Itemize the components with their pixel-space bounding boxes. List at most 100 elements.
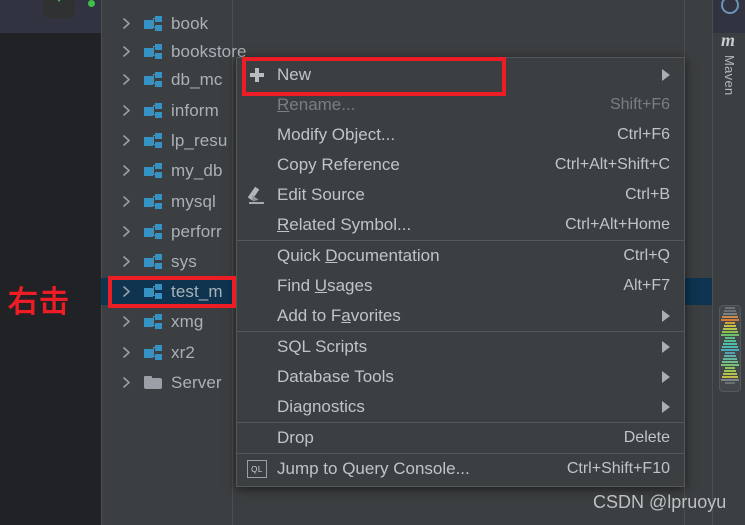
menu-item-shortcut: Ctrl+Shift+F10	[566, 460, 670, 477]
chevron-right-icon[interactable]	[120, 255, 133, 268]
submenu-arrow-icon	[662, 371, 670, 383]
menu-item-quick-documentation[interactable]: Quick Documentation Ctrl+Q	[237, 241, 684, 271]
menu-item-label: Rename...	[277, 95, 356, 114]
tool-tab-maven[interactable]: Maven	[722, 55, 737, 96]
tree-item-label: Server	[171, 372, 222, 392]
menu-item-label: Find Usages	[277, 276, 373, 295]
right-strip-toolbar	[713, 0, 745, 33]
menu-item-copy-reference[interactable]: Copy Reference Ctrl+Alt+Shift+C	[237, 150, 684, 180]
menu-item-jump-to-query-console[interactable]: QL Jump to Query Console... Ctrl+Shift+F10	[237, 454, 684, 484]
menu-item-new[interactable]: New	[237, 60, 684, 90]
schema-icon	[144, 15, 162, 32]
tree-item-label: my_db	[171, 160, 223, 180]
menu-item-label: Jump to Query Console...	[277, 459, 470, 478]
menu-item-label: Database Tools	[277, 367, 394, 386]
schema-icon	[144, 193, 162, 210]
submenu-arrow-icon	[662, 69, 670, 81]
schema-icon	[144, 283, 162, 300]
menu-item-shortcut: Ctrl+Alt+Shift+C	[554, 156, 670, 173]
context-menu[interactable]: New Rename... Shift+F6 Modify Object... Ctrl…	[236, 57, 685, 487]
schema-icon	[144, 313, 162, 330]
schema-icon	[144, 102, 162, 119]
left-gutter	[0, 0, 101, 525]
menu-item-sql-scripts[interactable]: SQL Scripts	[237, 332, 684, 362]
menu-item-label: Related Symbol...	[277, 215, 412, 234]
schema-icon	[144, 223, 162, 240]
tree-item-label: perforr	[171, 221, 222, 241]
menu-item-diagnostics[interactable]: Diagnostics	[237, 392, 684, 422]
chevron-right-icon[interactable]	[120, 164, 133, 177]
maven-m-icon: m	[721, 30, 736, 50]
menu-item-database-tools[interactable]: Database Tools	[237, 362, 684, 392]
tree-item-label: book	[171, 13, 209, 33]
schema-icon	[144, 162, 162, 179]
schema-icon	[144, 283, 162, 300]
tree-item-label: sys	[171, 251, 197, 271]
menu-item-related-symbol[interactable]: Related Symbol... Ctrl+Alt+Home	[237, 210, 684, 240]
chevron-right-icon[interactable]	[120, 285, 133, 298]
menu-section: Quick Documentation Ctrl+Q Find Usages Alt+…	[237, 240, 684, 331]
tree-item-label: inform	[171, 100, 219, 120]
schema-icon	[144, 15, 162, 32]
menu-item-label: New	[277, 65, 312, 84]
ide-window: book bookstore db_mc inform lp_resu my_db mysq…	[0, 0, 745, 525]
chevron-right-icon[interactable]	[120, 315, 133, 328]
pencil-icon	[247, 185, 267, 205]
schema-icon	[144, 223, 162, 240]
folder-icon	[144, 375, 162, 390]
schema-icon	[144, 253, 162, 270]
chevron-right-icon[interactable]	[120, 346, 133, 359]
chevron-right-icon[interactable]	[120, 104, 133, 117]
schema-icon	[144, 313, 162, 330]
menu-item-label: Quick Documentation	[277, 246, 440, 265]
menu-item-add-to-favorites[interactable]: Add to Favorites	[237, 301, 684, 331]
tree-item-label: db_mc	[171, 69, 223, 89]
tree-item-label: xr2	[171, 342, 195, 362]
tree-item-label: lp_resu	[171, 130, 228, 150]
ql-icon: QL	[247, 459, 267, 479]
tree-item-label: xmg	[171, 311, 204, 331]
menu-item-shortcut: Shift+F6	[609, 96, 670, 113]
chevron-right-icon[interactable]	[120, 73, 133, 86]
tree-item-label: test_m	[171, 281, 223, 301]
schema-icon	[144, 71, 162, 88]
plus-icon	[247, 65, 267, 85]
schema-icon	[144, 132, 162, 149]
schema-icon	[144, 162, 162, 179]
chevron-right-icon[interactable]	[120, 225, 133, 238]
schema-icon	[144, 253, 162, 270]
tree-item-book[interactable]: book	[101, 10, 713, 37]
tree-item-label: mysql	[171, 191, 216, 211]
menu-item-modify-object[interactable]: Modify Object... Ctrl+F6	[237, 120, 684, 150]
menu-item-edit-source[interactable]: Edit Source Ctrl+B	[237, 180, 684, 210]
menu-item-label: Diagnostics	[277, 397, 365, 416]
annotation-right-click-label: 右击	[8, 285, 70, 320]
chevron-right-icon[interactable]	[120, 45, 133, 58]
chevron-right-icon[interactable]	[120, 134, 133, 147]
menu-item-label: Add to Favorites	[277, 306, 401, 325]
menu-item-shortcut: Ctrl+B	[625, 186, 670, 203]
menu-item-shortcut: Alt+F7	[623, 277, 670, 294]
menu-item-drop[interactable]: Drop Delete	[237, 423, 684, 453]
chevron-right-icon[interactable]	[120, 376, 133, 389]
schema-icon	[144, 43, 162, 60]
schema-icon	[144, 193, 162, 210]
code-minimap-scrollbar[interactable]	[719, 305, 741, 392]
chevron-right-icon[interactable]	[120, 17, 133, 30]
menu-item-shortcut: Ctrl+Alt+Home	[565, 216, 670, 233]
green-run-arrow-icon	[51, 0, 67, 2]
green-status-dot-icon	[88, 0, 95, 7]
submenu-arrow-icon	[662, 401, 670, 413]
menu-item-shortcut: Delete	[623, 429, 670, 446]
menu-item-rename[interactable]: Rename... Shift+F6	[237, 90, 684, 120]
folder-icon	[144, 375, 162, 391]
menu-item-label: Modify Object...	[277, 125, 396, 144]
menu-item-find-usages[interactable]: Find Usages Alt+F7	[237, 271, 684, 301]
menu-item-label: SQL Scripts	[277, 337, 368, 356]
submenu-arrow-icon	[662, 310, 670, 322]
run-button[interactable]	[43, 0, 75, 18]
menu-item-label: Drop	[277, 428, 314, 447]
schema-icon	[144, 43, 162, 60]
menu-item-label: Edit Source	[277, 185, 365, 204]
chevron-right-icon[interactable]	[120, 195, 133, 208]
